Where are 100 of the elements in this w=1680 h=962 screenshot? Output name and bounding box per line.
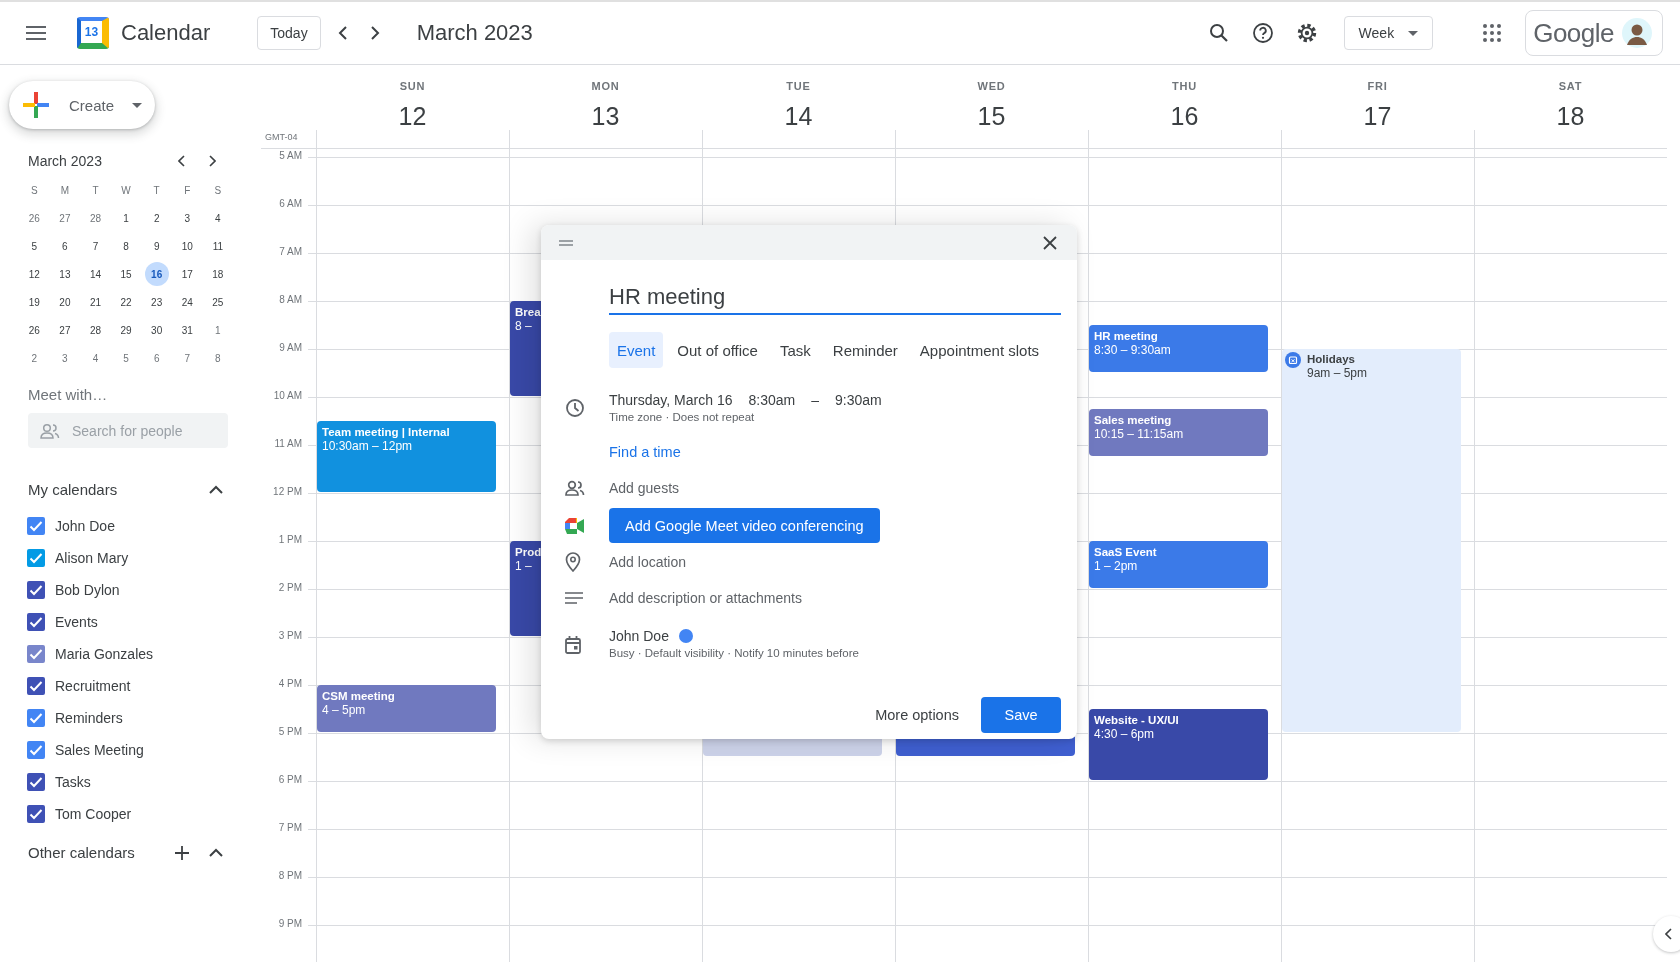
- date-cell[interactable]: 28: [83, 206, 108, 230]
- date-cell[interactable]: 11: [205, 234, 230, 258]
- guests-field[interactable]: Add guests: [609, 480, 1029, 496]
- event-card[interactable]: Sales meeting 10:15 – 11:15am: [1089, 409, 1268, 456]
- event-card[interactable]: SaaS Event 1 – 2pm: [1089, 541, 1268, 588]
- date-cell[interactable]: 4: [83, 346, 108, 370]
- weekday-label: S: [30, 184, 38, 196]
- save-button[interactable]: Save: [981, 697, 1061, 733]
- calendar-name: Tom Cooper: [55, 806, 132, 822]
- date-cell[interactable]: 2: [22, 346, 47, 370]
- end-time-selector[interactable]: 9:30am: [834, 392, 882, 408]
- date-cell[interactable]: 1: [205, 318, 230, 342]
- meet-button[interactable]: Add Google Meet video conferencing: [609, 508, 880, 543]
- date-cell[interactable]: 4: [205, 206, 230, 230]
- event-type-tab[interactable]: Appointment slots: [911, 332, 1048, 368]
- event-card[interactable]: Holidays 9am – 5pm: [1282, 349, 1461, 732]
- date-cell[interactable]: 8: [205, 346, 230, 370]
- view-dropdown[interactable]: Week: [1343, 16, 1434, 50]
- search-field[interactable]: Search for people: [28, 413, 228, 448]
- event-type-tab[interactable]: Task: [771, 332, 819, 368]
- event-type-tab[interactable]: Reminder: [824, 332, 906, 368]
- date-cell[interactable]: 25: [205, 290, 230, 314]
- date-cell[interactable]: 18: [205, 262, 230, 286]
- date-cell[interactable]: 26: [22, 206, 47, 230]
- date-cell[interactable]: 17: [175, 262, 200, 286]
- date-cell[interactable]: 16: [144, 262, 169, 286]
- weekday-label: SAT: [1558, 80, 1583, 92]
- date-cell[interactable]: 15: [114, 262, 139, 286]
- calendar-selector[interactable]: John Doe: [609, 628, 859, 644]
- date-cell[interactable]: 22: [114, 290, 139, 314]
- date-cell[interactable]: 6: [144, 346, 169, 370]
- date-cell[interactable]: 9: [144, 234, 169, 258]
- date-number[interactable]: 16: [1162, 98, 1207, 134]
- event-card[interactable]: CSM meeting 4 – 5pm: [317, 685, 496, 732]
- date-cell[interactable]: 8: [114, 234, 139, 258]
- date-cell[interactable]: 14: [83, 262, 108, 286]
- find-time-link[interactable]: Find a time: [609, 444, 681, 460]
- date-cell[interactable]: 2: [144, 206, 169, 230]
- date-number[interactable]: 12: [390, 98, 435, 134]
- event-card[interactable]: Website - UX/UI 4:30 – 6pm: [1089, 709, 1268, 780]
- event-type-tab[interactable]: Event: [609, 332, 664, 368]
- date-cell[interactable]: 10: [175, 234, 200, 258]
- date-number[interactable]: 18: [1548, 98, 1593, 134]
- app-title: Calendar: [121, 20, 211, 46]
- date-cell[interactable]: 28: [83, 318, 108, 342]
- date-cell[interactable]: 20: [52, 290, 77, 314]
- more-options-button[interactable]: More options: [867, 697, 967, 733]
- date-number[interactable]: 13: [583, 98, 628, 134]
- account-button[interactable]: Google: [1525, 10, 1663, 56]
- weekday-label: M: [60, 184, 70, 196]
- date-cell[interactable]: 23: [144, 290, 169, 314]
- date-cell[interactable]: 5: [114, 346, 139, 370]
- date-cell[interactable]: 26: [22, 318, 47, 342]
- weekday-label: T: [92, 184, 99, 196]
- hour-label: 7 PM: [278, 822, 302, 833]
- title-field[interactable]: HR meeting: [609, 280, 1061, 315]
- date-cell[interactable]: 3: [52, 346, 77, 370]
- recurrence-details[interactable]: Time zone · Does not repeat: [609, 411, 882, 423]
- section-title: My calendars: [28, 481, 119, 498]
- date-cell[interactable]: 13: [52, 262, 77, 286]
- date-cell[interactable]: 19: [22, 290, 47, 314]
- calendar-name: Bob Dylon: [55, 582, 120, 598]
- date-cell[interactable]: 29: [114, 318, 139, 342]
- date-cell[interactable]: 7: [83, 234, 108, 258]
- date-number[interactable]: 17: [1355, 98, 1400, 134]
- calendar-logo: 13: [77, 17, 109, 49]
- date-selector[interactable]: Thursday, March 16: [609, 392, 733, 408]
- date-number[interactable]: 14: [776, 98, 821, 134]
- date-cell[interactable]: 12: [22, 262, 47, 286]
- date-cell[interactable]: 24: [175, 290, 200, 314]
- date-cell[interactable]: 1: [114, 206, 139, 230]
- today-button[interactable]: Today: [257, 16, 321, 50]
- weekday-label: S: [214, 184, 222, 196]
- date-cell[interactable]: 6: [52, 234, 77, 258]
- date-cell[interactable]: 5: [22, 234, 47, 258]
- event-type-tab[interactable]: Out of office: [669, 332, 766, 368]
- date-cell[interactable]: 21: [83, 290, 108, 314]
- date-cell[interactable]: 27: [52, 206, 77, 230]
- date-cell[interactable]: 31: [175, 318, 200, 342]
- location-field[interactable]: Add location: [609, 554, 1029, 570]
- create-button[interactable]: Create: [9, 81, 155, 129]
- description-field[interactable]: Add description or attachments: [609, 590, 1029, 606]
- hour-label: 11 AM: [274, 438, 302, 449]
- hour-label: 5 AM: [279, 150, 302, 161]
- date-cell[interactable]: 3: [175, 206, 200, 230]
- date-cell[interactable]: 30: [144, 318, 169, 342]
- hour-label: 9 PM: [278, 918, 302, 929]
- event-card[interactable]: HR meeting 8:30 – 9:30am: [1089, 325, 1268, 372]
- weekday-label: TUE: [786, 80, 811, 92]
- calendar-name: Alison Mary: [55, 550, 129, 566]
- start-time-selector[interactable]: 8:30am: [748, 392, 796, 408]
- date-cell[interactable]: 27: [52, 318, 77, 342]
- calendar-name: Recruitment: [55, 678, 131, 694]
- hour-label: 10 AM: [273, 390, 302, 401]
- hour-label: 5 PM: [278, 726, 302, 737]
- date-cell[interactable]: 7: [175, 346, 200, 370]
- hour-label: 6 PM: [278, 774, 302, 785]
- date-number[interactable]: 15: [969, 98, 1014, 134]
- event-settings[interactable]: Busy · Default visibility · Notify 10 minutes before: [609, 647, 859, 659]
- weekday-label: SUN: [399, 80, 426, 92]
